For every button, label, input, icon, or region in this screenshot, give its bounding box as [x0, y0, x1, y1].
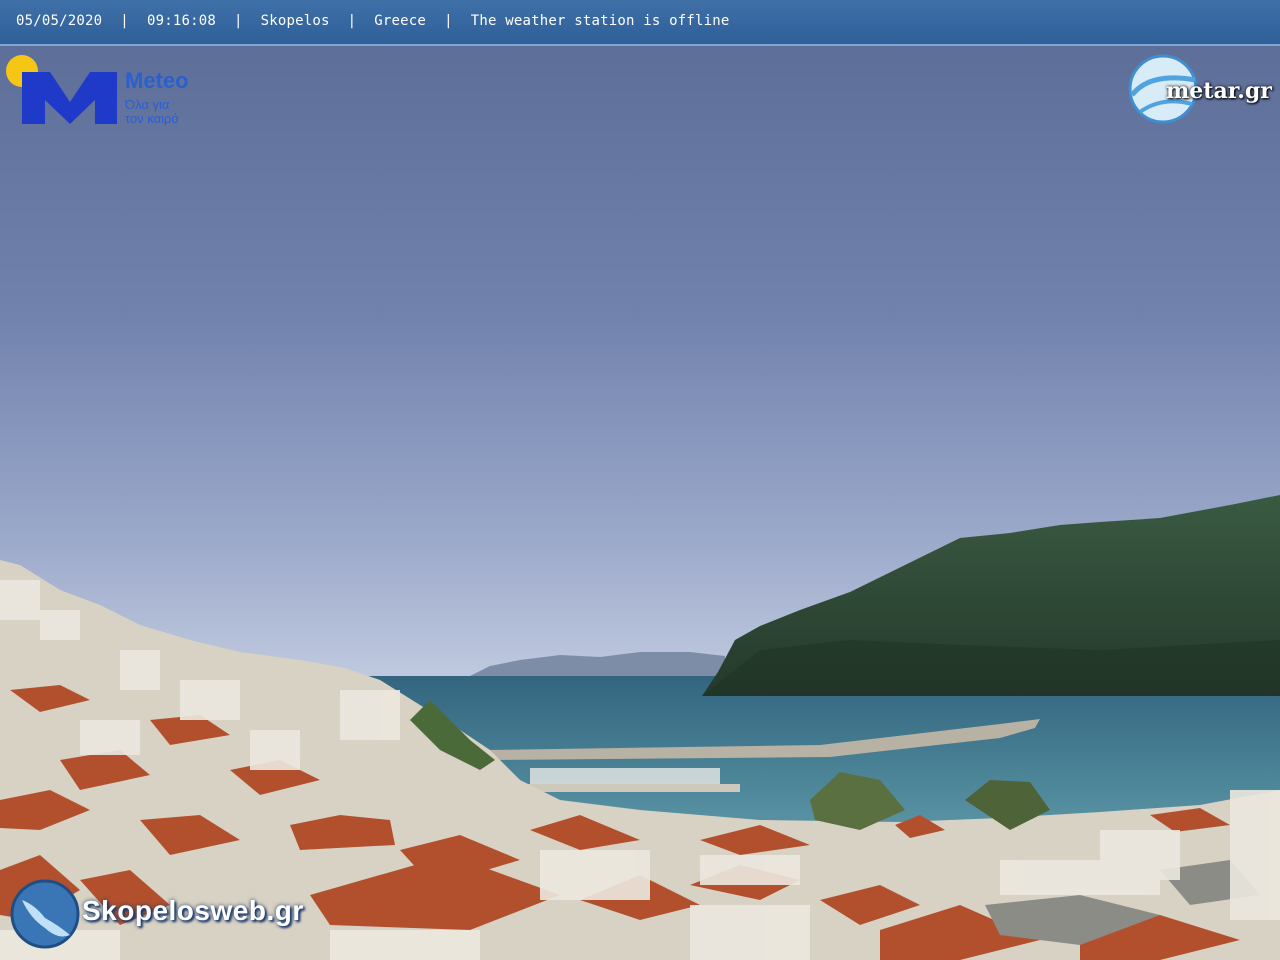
webcam-scene: [0, 0, 1280, 960]
harbor-quay: [520, 784, 740, 792]
status-bar: 05/05/2020 | 09:16:08 | Skopelos | Greece | The …: [0, 0, 1280, 46]
skopelos-island-icon: [10, 879, 80, 949]
country-text: Greece: [374, 13, 427, 29]
time-text: 09:16:08: [146, 13, 216, 29]
station-status-text: The weather station is offline: [470, 13, 730, 29]
meteo-logo-tagline-1: Όλα για: [125, 97, 170, 112]
separator: |: [347, 13, 357, 29]
status-bar-text: 05/05/2020 | 09:16:08 | Skopelos | Greece | The …: [16, 13, 730, 29]
date-text: 05/05/2020: [16, 13, 103, 29]
separator: |: [444, 13, 453, 29]
location-text: Skopelos: [260, 13, 330, 29]
meteo-logo-name: Meteo: [125, 68, 189, 93]
separator: |: [120, 13, 129, 29]
skopelosweb-logo-text: Skopelosweb.gr: [82, 895, 304, 926]
separator: |: [233, 13, 243, 29]
meteo-logo-tagline-2: τον καιρό: [125, 111, 179, 126]
harbor-boats: [530, 768, 720, 784]
mountain-shadow: [702, 640, 1280, 696]
metar-logo-text: metar.gr: [1166, 78, 1272, 104]
